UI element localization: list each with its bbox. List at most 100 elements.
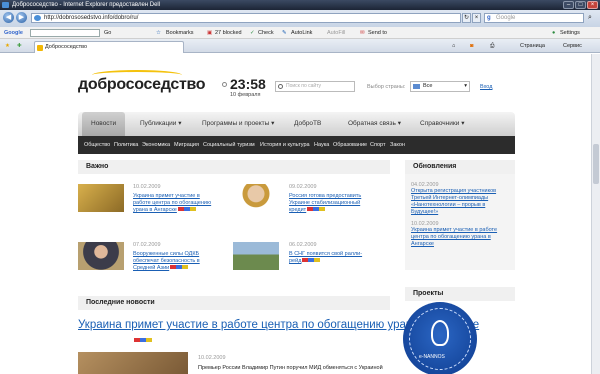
latest-thumbnail[interactable]	[78, 352, 188, 374]
menu-item-dobrotv[interactable]: ДоброТВ	[294, 112, 321, 136]
clock-icon	[222, 82, 227, 87]
country-select[interactable]: Все ▾	[410, 81, 470, 92]
site-logo[interactable]: добрососедство	[78, 76, 206, 94]
site-search-input[interactable]: Поиск по сайту	[275, 81, 355, 92]
country-label: Выбор страны:	[367, 84, 406, 90]
google-toolbar-label[interactable]: Google	[4, 27, 23, 39]
autofill-button[interactable]: AutoFill	[327, 27, 345, 39]
news-item: Вооруженные силы ОДКБ обеспечат безопасн…	[133, 251, 213, 272]
country-flags-icon	[307, 207, 326, 212]
search-go-icon[interactable]: ⌕	[588, 14, 592, 22]
important-heading: Важно	[78, 160, 390, 174]
settings-icon: ●	[552, 30, 556, 36]
print-icon[interactable]: ⎙	[490, 39, 494, 53]
stop-button[interactable]: ×	[472, 13, 481, 23]
settings-button[interactable]: Settings	[560, 27, 580, 39]
country-value: Все	[423, 83, 433, 89]
menu-item-programs-label: Программы и проекты	[202, 120, 270, 127]
refresh-button[interactable]: ↻	[462, 13, 471, 23]
google-search-field[interactable]	[30, 29, 100, 37]
news-link[interactable]: В СНГ появится свой ралли-рейд	[289, 251, 362, 264]
site-time: 23:58	[230, 76, 266, 92]
window-titlebar: Добрососедство - Internet Explorer предо…	[0, 0, 600, 10]
favicon	[37, 45, 43, 51]
favorites-star-icon[interactable]: ★	[5, 39, 10, 53]
menu-item-news[interactable]: Новости	[82, 112, 126, 136]
country-flags-icon	[170, 265, 189, 270]
search-input[interactable]: g Google	[484, 13, 584, 23]
news-date: 09.02.2009	[289, 184, 317, 190]
news-date: 06.02.2009	[289, 242, 317, 248]
menu-item-references[interactable]: Справочники ▾	[420, 112, 464, 136]
menu-item-programs[interactable]: Программы и проекты ▾	[202, 112, 274, 136]
flag-icon	[413, 84, 420, 89]
menu-item-feedback-label: Обратная связь	[348, 120, 396, 127]
search-placeholder: Google	[496, 15, 516, 21]
news-thumbnail[interactable]	[78, 242, 124, 270]
bookmarks-button[interactable]: Bookmarks	[166, 27, 194, 39]
updates-heading: Обновления	[405, 160, 515, 174]
rss-icon[interactable]: ◙	[470, 39, 473, 53]
maximize-button[interactable]: □	[575, 1, 586, 9]
submenu-item-law[interactable]: Закон	[390, 136, 405, 154]
country-flags-icon	[302, 258, 321, 263]
window-title: Добрососедство - Internet Explorer предо…	[12, 2, 161, 8]
update-link[interactable]: Украина примет участие в работе центра п…	[411, 227, 509, 248]
minimize-button[interactable]: –	[563, 1, 574, 9]
news-thumbnail[interactable]	[78, 184, 124, 212]
page-icon	[34, 15, 41, 21]
spellcheck-button[interactable]: Check	[258, 27, 274, 39]
sendto-icon: ✉	[360, 30, 365, 36]
tab-label: Добрососедство	[45, 44, 88, 50]
submenu-item-science[interactable]: Наука	[314, 136, 329, 154]
back-button[interactable]: ◀	[3, 12, 14, 23]
news-link[interactable]: Украина примет участие в работе центра п…	[133, 193, 211, 213]
latest-news-heading: Последние новости	[78, 296, 390, 310]
updates-list: 04.02.2009 Открыта регистрация участнико…	[405, 174, 515, 248]
menu-item-publications[interactable]: Публикации ▾	[140, 112, 182, 136]
latest-date: 10.02.2009	[198, 355, 226, 361]
ie-icon	[2, 2, 9, 8]
menu-item-references-label: Справочники	[420, 120, 460, 127]
vertical-scrollbar[interactable]	[591, 54, 600, 374]
submenu-item-politics[interactable]: Политика	[114, 136, 138, 154]
close-button[interactable]: ×	[587, 1, 598, 9]
news-thumbnail[interactable]	[233, 242, 279, 270]
autolink-button[interactable]: AutoLink	[291, 27, 312, 39]
login-link[interactable]: Вход	[480, 84, 492, 90]
project-banner[interactable]: e-NANNOS	[403, 302, 477, 374]
update-link[interactable]: Открыта регистрация участников Третьей И…	[411, 188, 509, 216]
news-link[interactable]: Вооруженные силы ОДКБ обеспечат безопасн…	[133, 251, 200, 271]
forward-button[interactable]: ▶	[16, 12, 27, 23]
window-controls: – □ ×	[563, 1, 598, 9]
submenu-item-migration[interactable]: Миграция	[174, 136, 199, 154]
submenu-item-sport[interactable]: Спорт	[370, 136, 385, 154]
tools-menu[interactable]: Сервис	[563, 39, 582, 53]
chevron-down-icon: ▾	[464, 83, 467, 89]
news-thumbnail[interactable]	[233, 184, 279, 212]
address-bar[interactable]: http://dobrososedstvo.info/dobro/ru/	[31, 13, 461, 23]
site-date: 10 февраля	[230, 92, 261, 98]
popup-blocked-count[interactable]: 27 blocked	[215, 27, 242, 39]
banner-text: e-NANNOS	[419, 354, 445, 360]
submenu-item-social-tourism[interactable]: Социальный туризм	[203, 136, 255, 154]
news-item: В СНГ появится свой ралли-рейд	[289, 251, 369, 265]
star-icon[interactable]: ☆	[156, 27, 161, 39]
submenu-item-history[interactable]: История и культура	[260, 136, 310, 154]
check-icon: ✓	[250, 30, 255, 36]
submenu-item-economy[interactable]: Экономика	[142, 136, 170, 154]
menu-item-feedback[interactable]: Обратная связь ▾	[348, 112, 401, 136]
country-flags-icon	[134, 338, 152, 343]
main-menu: Новости Публикации ▾ Программы и проекты…	[78, 112, 515, 136]
add-favorites-icon[interactable]: ✚	[17, 39, 22, 53]
menu-item-publications-label: Публикации	[140, 120, 177, 127]
go-button[interactable]: Go	[104, 27, 111, 39]
home-icon[interactable]: ⌂	[452, 39, 455, 53]
scrollbar-thumb[interactable]	[593, 144, 599, 184]
submenu-item-society[interactable]: Общество	[84, 136, 110, 154]
sendto-button[interactable]: Send to	[368, 27, 387, 39]
tab-active[interactable]: Добрососедство	[34, 41, 184, 53]
submenu-item-education[interactable]: Образование	[333, 136, 367, 154]
news-date: 10.02.2009	[133, 184, 161, 190]
page-menu[interactable]: Страница	[520, 39, 545, 53]
